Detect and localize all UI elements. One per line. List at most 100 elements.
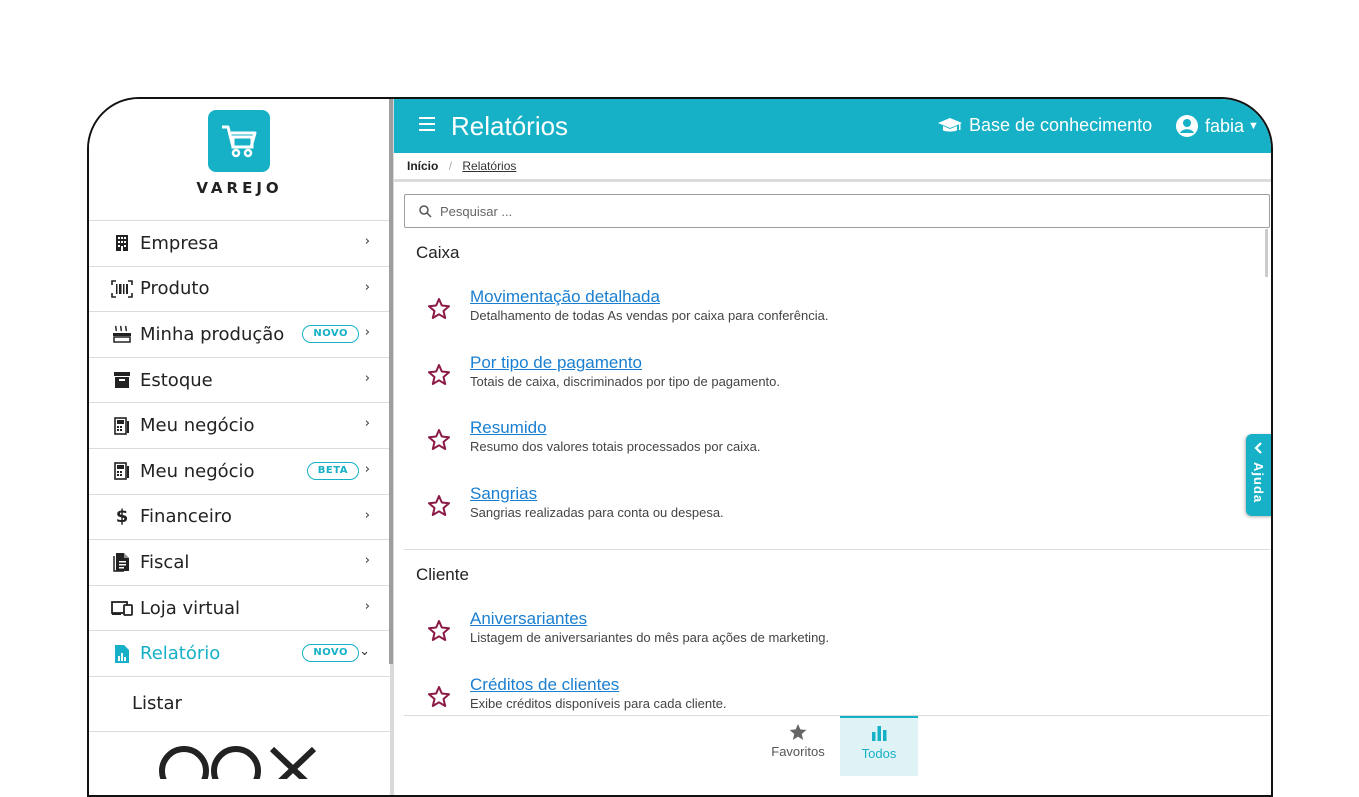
submenu-item-label: Listar [132, 693, 182, 715]
chevron-right-icon: › [364, 234, 370, 249]
sidebar: VAREJO Empresa › Produto › Minha produçã… [89, 99, 390, 795]
building-icon [111, 233, 133, 253]
sidebar-item-label: Loja virtual [140, 597, 241, 619]
report-item: Movimentação detalhada Detalhamento de t… [404, 275, 1270, 341]
report-item: Resumido Resumo dos valores totais proce… [404, 406, 1270, 472]
report-item: Créditos de clientes Exibe créditos disp… [404, 663, 1270, 716]
search-input[interactable] [440, 203, 1140, 219]
breadcrumb-current[interactable]: Relatórios [462, 159, 516, 173]
breadcrumb: Início / Relatórios [394, 153, 1271, 182]
sidebar-item-label: Financeiro [140, 506, 232, 528]
knowledge-base-link[interactable]: Base de conhecimento [937, 115, 1152, 136]
chevron-right-icon: › [364, 598, 370, 614]
top-bar: Relatórios Base de conhecimento fabia ▼ [394, 99, 1271, 153]
sidebar-item-meu-negocio[interactable]: Meu negócio › [89, 402, 390, 448]
report-description: Resumo dos valores totais processados po… [470, 439, 761, 454]
archive-icon [111, 370, 133, 390]
star-icon [759, 722, 837, 744]
partner-logo [154, 739, 324, 795]
report-description: Listagem de aniversariantes do mês para … [470, 630, 830, 645]
sidebar-scrollbar[interactable] [389, 99, 393, 664]
user-name: fabia [1205, 115, 1245, 136]
report-item: Por tipo de pagamento Totais de caixa, d… [404, 341, 1270, 407]
sidebar-item-fiscal[interactable]: Fiscal › [89, 539, 390, 585]
sidebar-item-label: Fiscal [140, 551, 190, 573]
menu-icon[interactable] [419, 117, 435, 131]
sidebar-item-label: Meu negócio [140, 460, 255, 482]
user-avatar-icon [1176, 115, 1198, 137]
help-tab[interactable]: Ajuda [1246, 434, 1271, 516]
report-link[interactable]: Sangrias [470, 484, 537, 504]
brand-name: VAREJO [196, 179, 283, 197]
tab-todos[interactable]: Todos [840, 716, 918, 776]
star-outline-icon[interactable] [427, 494, 451, 516]
sidebar-item-relatorio[interactable]: Relatório NOVO ⌄ [89, 630, 390, 676]
chevron-right-icon: › [364, 325, 370, 341]
document-icon [111, 552, 133, 573]
sidebar-item-meu-negocio-beta[interactable]: Meu negócio BETA › [89, 447, 390, 494]
star-outline-icon[interactable] [427, 297, 451, 319]
sidebar-item-estoque[interactable]: Estoque › [89, 356, 390, 403]
sidebar-item-financeiro[interactable]: $ Financeiro › [89, 493, 390, 540]
breadcrumb-separator: / [448, 159, 453, 173]
content-scrollbar[interactable] [1265, 229, 1268, 277]
chevron-right-icon: › [364, 279, 370, 295]
report-description: Detalhamento de todas As vendas por caix… [470, 308, 829, 323]
chevron-right-icon: › [364, 416, 370, 432]
report-item: Sangrias Sangrias realizadas para conta … [404, 472, 1270, 538]
section-cliente: Cliente Aniversariantes Listagem de aniv… [404, 553, 1270, 715]
star-outline-icon[interactable] [427, 685, 451, 707]
sidebar-item-produto[interactable]: Produto › [89, 265, 390, 312]
sidebar-item-label: Estoque [140, 369, 213, 391]
caret-down-icon: ▼ [1248, 120, 1259, 132]
report-description: Sangrias realizadas para conta ou despes… [470, 504, 724, 520]
tab-favoritos[interactable]: Favoritos [759, 716, 837, 776]
new-badge: NOVO [302, 644, 359, 663]
sidebar-item-loja-virtual[interactable]: Loja virtual › [89, 584, 390, 631]
report-link[interactable]: Aniversariantes [470, 609, 587, 629]
cash-register-icon [111, 416, 133, 436]
sidebar-item-label: Empresa [140, 232, 219, 254]
devices-icon [111, 598, 133, 618]
sidebar-item-minha-producao[interactable]: Minha produção NOVO › [89, 311, 390, 357]
search-box [404, 194, 1270, 228]
report-link[interactable]: Resumido [470, 418, 547, 438]
tab-label: Todos [861, 746, 897, 761]
report-item: Aniversariantes Listagem de aniversarian… [404, 597, 1270, 663]
section-title: Cliente [416, 565, 469, 584]
section-title: Caixa [416, 243, 460, 262]
new-badge: NOVO [302, 325, 359, 344]
sidebar-item-empresa[interactable]: Empresa › [89, 220, 390, 266]
submenu-item-listar[interactable]: Listar [89, 675, 390, 732]
chevron-left-icon [1254, 442, 1262, 454]
report-link[interactable]: Créditos de clientes [470, 675, 619, 695]
graduation-cap-icon [938, 117, 962, 131]
report-link[interactable]: Movimentação detalhada [470, 287, 660, 307]
app-window: VAREJO Empresa › Produto › Minha produçã… [87, 97, 1273, 797]
star-outline-icon[interactable] [427, 363, 451, 385]
user-menu[interactable]: fabia ▼ [1175, 114, 1259, 138]
bottom-tab-bar: Favoritos Todos [404, 715, 1270, 795]
barcode-icon [111, 279, 133, 299]
chevron-right-icon: › [364, 370, 370, 386]
chevron-right-icon: › [364, 507, 370, 523]
bar-chart-icon [840, 724, 918, 746]
breadcrumb-home[interactable]: Início [407, 159, 438, 173]
tab-label: Favoritos [771, 744, 825, 759]
report-link[interactable]: Por tipo de pagamento [470, 353, 642, 373]
star-outline-icon[interactable] [427, 428, 451, 450]
chevron-right-icon: › [364, 461, 370, 477]
beta-badge: BETA [306, 461, 359, 480]
section-caixa: Caixa Movimentação detalhada Detalhament… [404, 231, 1270, 550]
star-outline-icon[interactable] [427, 619, 451, 641]
search-icon [419, 204, 432, 218]
help-label: Ajuda [1251, 462, 1266, 504]
reports-list: Caixa Movimentação detalhada Detalhament… [404, 231, 1270, 715]
dollar-icon: $ [115, 506, 129, 528]
sidebar-item-label: Meu negócio [140, 415, 255, 437]
chevron-down-icon: ⌄ [359, 644, 370, 660]
report-icon [111, 644, 133, 664]
chevron-right-icon: › [364, 553, 370, 569]
sidebar-menu: Empresa › Produto › Minha produção NOVO … [89, 220, 390, 732]
page-title: Relatórios [451, 111, 569, 141]
